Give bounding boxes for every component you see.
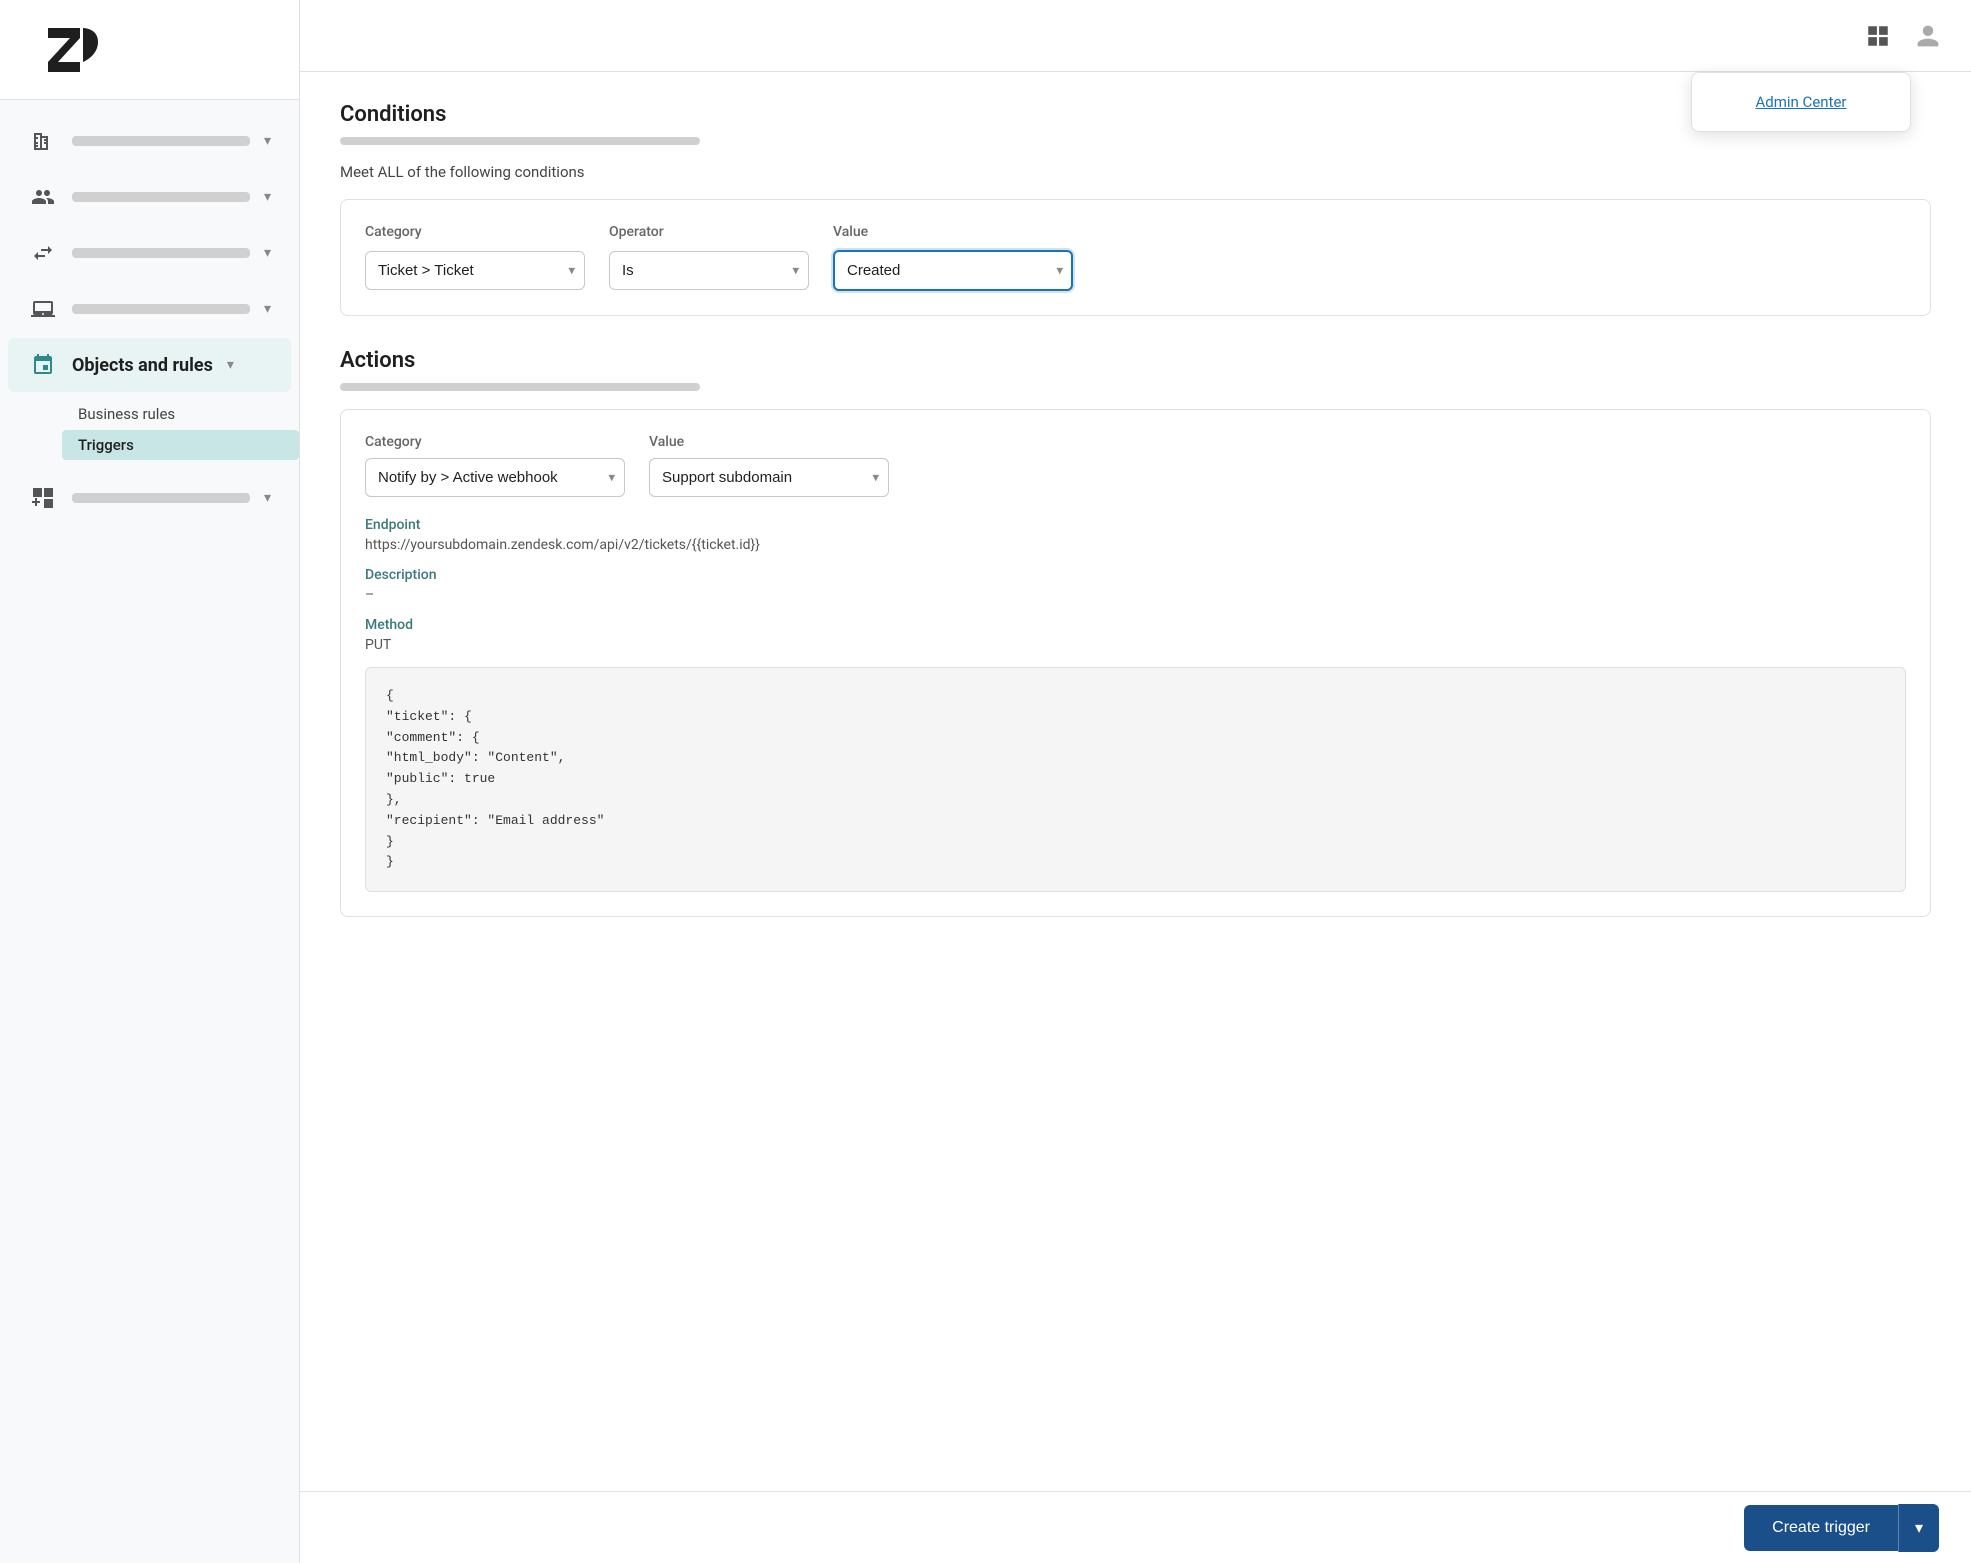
description-label: Description (365, 567, 1906, 583)
objects-rules-icon (28, 350, 58, 380)
category-label: Category (365, 224, 585, 240)
description-value: – (365, 587, 1906, 603)
conditions-box: Category Operator Value Ticket > Ticket … (340, 199, 1931, 316)
actions-title: Actions (340, 348, 1931, 373)
monitor-icon (28, 294, 58, 324)
conditions-bar (340, 137, 700, 145)
admin-dropdown: Admin Center (1691, 72, 1911, 132)
sidebar-item-apps[interactable]: ▾ (8, 471, 291, 525)
grid-icon[interactable] (1859, 17, 1897, 55)
category-select[interactable]: Ticket > Ticket Ticket > Status Ticket >… (365, 251, 585, 290)
action-row: Category Notify by > Active webhook Noti… (365, 434, 1906, 497)
value-label: Value (833, 224, 1073, 240)
action-category-select-wrap: Notify by > Active webhook Notify by > E… (365, 458, 625, 497)
nav-items: ▾ ▾ ▾ ▾ (0, 100, 299, 1563)
nav-chevron-buildings: ▾ (264, 133, 271, 149)
create-trigger-button[interactable]: Create trigger (1744, 1505, 1898, 1551)
sidebar-item-triggers[interactable]: Triggers (62, 430, 299, 460)
arrows-icon (28, 238, 58, 268)
code-block: { "ticket": { "comment": { "html_body": … (365, 667, 1906, 892)
nav-label-bar-buildings (72, 136, 250, 146)
user-avatar-icon[interactable] (1909, 17, 1947, 55)
method-value: PUT (365, 637, 1906, 653)
value-select[interactable]: Created Updated Solved Closed (833, 250, 1073, 291)
sidebar: ▾ ▾ ▾ ▾ (0, 0, 300, 1563)
action-category-col: Category Notify by > Active webhook Noti… (365, 434, 625, 497)
action-value-select[interactable]: Support subdomain Other subdomain (649, 458, 889, 497)
sidebar-item-people[interactable]: ▾ (8, 170, 291, 224)
category-select-wrap: Ticket > Ticket Ticket > Status Ticket >… (365, 251, 585, 290)
create-trigger-caret-button[interactable]: ▾ (1898, 1504, 1939, 1552)
operator-select[interactable]: Is Is not Contains (609, 251, 809, 290)
admin-center-link[interactable]: Admin Center (1692, 81, 1910, 123)
operator-select-wrap: Is Is not Contains ▾ (609, 251, 809, 290)
bottom-bar: Create trigger ▾ (300, 1491, 1971, 1563)
action-value-select-wrap: Support subdomain Other subdomain ▾ (649, 458, 889, 497)
sidebar-item-arrows[interactable]: ▾ (8, 226, 291, 280)
actions-bar (340, 383, 700, 391)
endpoint-label: Endpoint (365, 517, 1906, 533)
action-category-label: Category (365, 434, 625, 450)
nav-label-bar-monitor (72, 304, 250, 314)
conditions-row-labels: Category Operator Value (365, 224, 1906, 240)
nav-chevron-arrows: ▾ (264, 245, 271, 261)
action-category-select[interactable]: Notify by > Active webhook Notify by > E… (365, 458, 625, 497)
topbar: Admin Center (300, 0, 1971, 72)
method-label: Method (365, 617, 1906, 633)
apps-icon (28, 483, 58, 513)
action-value-col: Value Support subdomain Other subdomain … (649, 434, 889, 497)
sub-nav-objects-rules: Business rules Triggers (0, 394, 299, 469)
main-area: Admin Center Conditions Meet ALL of the … (300, 0, 1971, 1563)
nav-label-bar-people (72, 192, 250, 202)
sidebar-item-monitor[interactable]: ▾ (8, 282, 291, 336)
building-icon (28, 126, 58, 156)
logo-area (0, 0, 299, 100)
sidebar-item-business-rules[interactable]: Business rules (62, 399, 299, 429)
endpoint-value: https://yoursubdomain.zendesk.com/api/v2… (365, 537, 1906, 553)
people-icon (28, 182, 58, 212)
sidebar-item-objects-rules[interactable]: Objects and rules ▾ (8, 338, 291, 392)
content-area: Conditions Meet ALL of the following con… (300, 72, 1971, 1563)
nav-chevron-people: ▾ (264, 189, 271, 205)
operator-label: Operator (609, 224, 809, 240)
nav-label-bar-apps (72, 493, 250, 503)
condition-row: Ticket > Ticket Ticket > Status Ticket >… (365, 250, 1906, 291)
nav-chevron-objects-rules: ▾ (227, 357, 234, 373)
conditions-description: Meet ALL of the following conditions (340, 163, 1931, 181)
sidebar-item-buildings[interactable]: ▾ (8, 114, 291, 168)
zendesk-logo-icon (28, 20, 108, 80)
action-details: Endpoint https://yoursubdomain.zendesk.c… (365, 517, 1906, 892)
nav-chevron-monitor: ▾ (264, 301, 271, 317)
action-value-label: Value (649, 434, 889, 450)
value-select-wrap: Created Updated Solved Closed ▾ (833, 250, 1073, 291)
nav-label-bar-arrows (72, 248, 250, 258)
actions-box: Category Notify by > Active webhook Noti… (340, 409, 1931, 917)
nav-chevron-apps: ▾ (264, 490, 271, 506)
objects-rules-label: Objects and rules (72, 355, 213, 376)
